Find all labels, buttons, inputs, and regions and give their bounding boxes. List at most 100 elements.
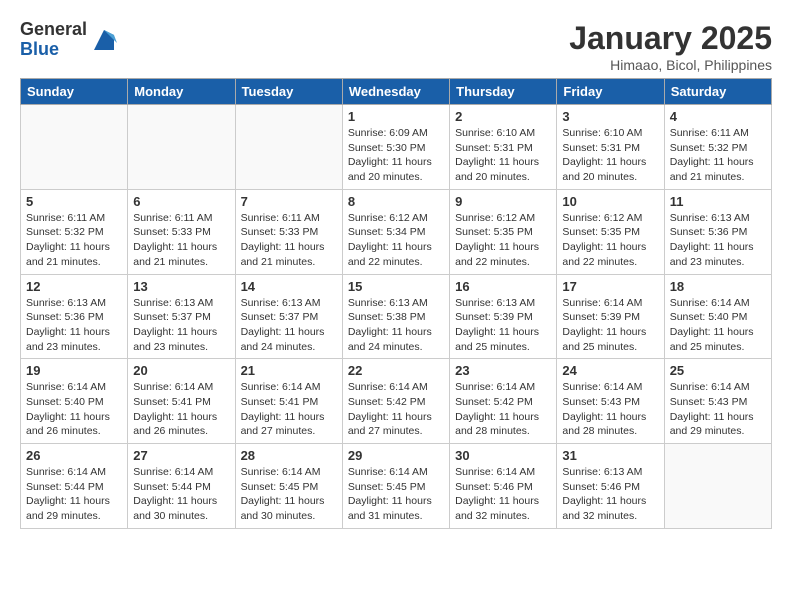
day-info: Sunrise: 6:14 AMSunset: 5:41 PMDaylight:…	[133, 380, 229, 439]
calendar-cell	[21, 105, 128, 190]
calendar-cell	[128, 105, 235, 190]
calendar-header-thursday: Thursday	[450, 79, 557, 105]
day-info: Sunrise: 6:11 AMSunset: 5:33 PMDaylight:…	[133, 211, 229, 270]
calendar-table: SundayMondayTuesdayWednesdayThursdayFrid…	[20, 78, 772, 529]
calendar-cell: 28 Sunrise: 6:14 AMSunset: 5:45 PMDayligh…	[235, 444, 342, 529]
day-info: Sunrise: 6:14 AMSunset: 5:40 PMDaylight:…	[670, 296, 766, 355]
day-info: Sunrise: 6:14 AMSunset: 5:43 PMDaylight:…	[670, 380, 766, 439]
calendar-cell: 21Sunrise: 6:14 AMSunset: 5:41 PMDayligh…	[235, 359, 342, 444]
day-number: 12	[26, 279, 122, 294]
calendar-cell: 7 Sunrise: 6:11 AMSunset: 5:33 PMDaylight…	[235, 189, 342, 274]
calendar-cell: 30 Sunrise: 6:14 AMSunset: 5:46 PMDayligh…	[450, 444, 557, 529]
day-info: Sunrise: 6:13 AMSunset: 5:37 PMDaylight:…	[241, 296, 337, 355]
day-number: 25	[670, 363, 766, 378]
day-number: 13	[133, 279, 229, 294]
day-number: 20	[133, 363, 229, 378]
day-number: 29	[348, 448, 444, 463]
calendar-header-row: SundayMondayTuesdayWednesdayThursdayFrid…	[21, 79, 772, 105]
calendar-cell: 19Sunrise: 6:14 AMSunset: 5:40 PMDayligh…	[21, 359, 128, 444]
calendar-header-wednesday: Wednesday	[342, 79, 449, 105]
calendar-cell: 23 Sunrise: 6:14 AMSunset: 5:42 PMDayligh…	[450, 359, 557, 444]
calendar-cell: 20 Sunrise: 6:14 AMSunset: 5:41 PMDayligh…	[128, 359, 235, 444]
day-number: 2	[455, 109, 551, 124]
day-number: 8	[348, 194, 444, 209]
day-info: Sunrise: 6:11 AMSunset: 5:33 PMDaylight:…	[241, 211, 337, 270]
calendar-cell: 8Sunrise: 6:12 AMSunset: 5:34 PMDaylight…	[342, 189, 449, 274]
calendar-header-tuesday: Tuesday	[235, 79, 342, 105]
day-number: 15	[348, 279, 444, 294]
calendar-cell: 13 Sunrise: 6:13 AMSunset: 5:37 PMDayligh…	[128, 274, 235, 359]
day-info: Sunrise: 6:09 AMSunset: 5:30 PMDaylight:…	[348, 126, 444, 185]
month-title: January 2025	[569, 20, 772, 57]
day-info: Sunrise: 6:11 AMSunset: 5:32 PMDaylight:…	[26, 211, 122, 270]
logo-icon	[89, 25, 119, 55]
day-info: Sunrise: 6:13 AMSunset: 5:46 PMDaylight:…	[562, 465, 658, 524]
calendar-cell: 29 Sunrise: 6:14 AMSunset: 5:45 PMDayligh…	[342, 444, 449, 529]
day-info: Sunrise: 6:11 AMSunset: 5:32 PMDaylight:…	[670, 126, 766, 185]
calendar-week-2: 5 Sunrise: 6:11 AMSunset: 5:32 PMDaylight…	[21, 189, 772, 274]
calendar-cell	[235, 105, 342, 190]
day-number: 18	[670, 279, 766, 294]
calendar-week-5: 26 Sunrise: 6:14 AMSunset: 5:44 PMDayligh…	[21, 444, 772, 529]
day-number: 30	[455, 448, 551, 463]
calendar-cell	[664, 444, 771, 529]
calendar-cell: 27Sunrise: 6:14 AMSunset: 5:44 PMDayligh…	[128, 444, 235, 529]
day-number: 24	[562, 363, 658, 378]
day-number: 16	[455, 279, 551, 294]
calendar-header-friday: Friday	[557, 79, 664, 105]
logo-blue-text: Blue	[20, 40, 87, 60]
day-number: 14	[241, 279, 337, 294]
day-info: Sunrise: 6:14 AMSunset: 5:44 PMDaylight:…	[26, 465, 122, 524]
day-number: 26	[26, 448, 122, 463]
day-number: 11	[670, 194, 766, 209]
day-info: Sunrise: 6:14 AMSunset: 5:42 PMDaylight:…	[348, 380, 444, 439]
day-info: Sunrise: 6:14 AMSunset: 5:43 PMDaylight:…	[562, 380, 658, 439]
day-info: Sunrise: 6:13 AMSunset: 5:36 PMDaylight:…	[26, 296, 122, 355]
calendar-cell: 2 Sunrise: 6:10 AMSunset: 5:31 PMDaylight…	[450, 105, 557, 190]
calendar-cell: 14 Sunrise: 6:13 AMSunset: 5:37 PMDayligh…	[235, 274, 342, 359]
day-info: Sunrise: 6:14 AMSunset: 5:40 PMDaylight:…	[26, 380, 122, 439]
calendar-cell: 6Sunrise: 6:11 AMSunset: 5:33 PMDaylight…	[128, 189, 235, 274]
calendar-cell: 9 Sunrise: 6:12 AMSunset: 5:35 PMDaylight…	[450, 189, 557, 274]
day-number: 21	[241, 363, 337, 378]
page-header: General Blue January 2025 Himaao, Bicol,…	[10, 10, 782, 78]
day-info: Sunrise: 6:12 AMSunset: 5:35 PMDaylight:…	[455, 211, 551, 270]
calendar-cell: 24 Sunrise: 6:14 AMSunset: 5:43 PMDayligh…	[557, 359, 664, 444]
day-number: 3	[562, 109, 658, 124]
day-number: 5	[26, 194, 122, 209]
day-info: Sunrise: 6:10 AMSunset: 5:31 PMDaylight:…	[562, 126, 658, 185]
day-number: 1	[348, 109, 444, 124]
day-number: 4	[670, 109, 766, 124]
calendar-cell: 4 Sunrise: 6:11 AMSunset: 5:32 PMDaylight…	[664, 105, 771, 190]
calendar-cell: 10 Sunrise: 6:12 AMSunset: 5:35 PMDayligh…	[557, 189, 664, 274]
day-info: Sunrise: 6:13 AMSunset: 5:39 PMDaylight:…	[455, 296, 551, 355]
day-number: 9	[455, 194, 551, 209]
day-number: 10	[562, 194, 658, 209]
day-number: 7	[241, 194, 337, 209]
day-info: Sunrise: 6:12 AMSunset: 5:35 PMDaylight:…	[562, 211, 658, 270]
calendar-cell: 26 Sunrise: 6:14 AMSunset: 5:44 PMDayligh…	[21, 444, 128, 529]
day-info: Sunrise: 6:14 AMSunset: 5:46 PMDaylight:…	[455, 465, 551, 524]
calendar-cell: 31 Sunrise: 6:13 AMSunset: 5:46 PMDayligh…	[557, 444, 664, 529]
day-number: 23	[455, 363, 551, 378]
day-info: Sunrise: 6:10 AMSunset: 5:31 PMDaylight:…	[455, 126, 551, 185]
calendar-cell: 25 Sunrise: 6:14 AMSunset: 5:43 PMDayligh…	[664, 359, 771, 444]
calendar-cell: 15 Sunrise: 6:13 AMSunset: 5:38 PMDayligh…	[342, 274, 449, 359]
day-info: Sunrise: 6:14 AMSunset: 5:42 PMDaylight:…	[455, 380, 551, 439]
day-info: Sunrise: 6:13 AMSunset: 5:37 PMDaylight:…	[133, 296, 229, 355]
day-info: Sunrise: 6:14 AMSunset: 5:39 PMDaylight:…	[562, 296, 658, 355]
calendar-cell: 22 Sunrise: 6:14 AMSunset: 5:42 PMDayligh…	[342, 359, 449, 444]
day-info: Sunrise: 6:14 AMSunset: 5:45 PMDaylight:…	[348, 465, 444, 524]
day-number: 22	[348, 363, 444, 378]
calendar-cell: 3 Sunrise: 6:10 AMSunset: 5:31 PMDaylight…	[557, 105, 664, 190]
day-info: Sunrise: 6:13 AMSunset: 5:38 PMDaylight:…	[348, 296, 444, 355]
calendar-cell: 11Sunrise: 6:13 AMSunset: 5:36 PMDayligh…	[664, 189, 771, 274]
day-number: 28	[241, 448, 337, 463]
calendar-week-1: 1 Sunrise: 6:09 AMSunset: 5:30 PMDaylight…	[21, 105, 772, 190]
day-info: Sunrise: 6:14 AMSunset: 5:45 PMDaylight:…	[241, 465, 337, 524]
day-number: 17	[562, 279, 658, 294]
calendar-week-3: 12 Sunrise: 6:13 AMSunset: 5:36 PMDayligh…	[21, 274, 772, 359]
day-number: 31	[562, 448, 658, 463]
calendar-cell: 16 Sunrise: 6:13 AMSunset: 5:39 PMDayligh…	[450, 274, 557, 359]
calendar-cell: 5 Sunrise: 6:11 AMSunset: 5:32 PMDaylight…	[21, 189, 128, 274]
